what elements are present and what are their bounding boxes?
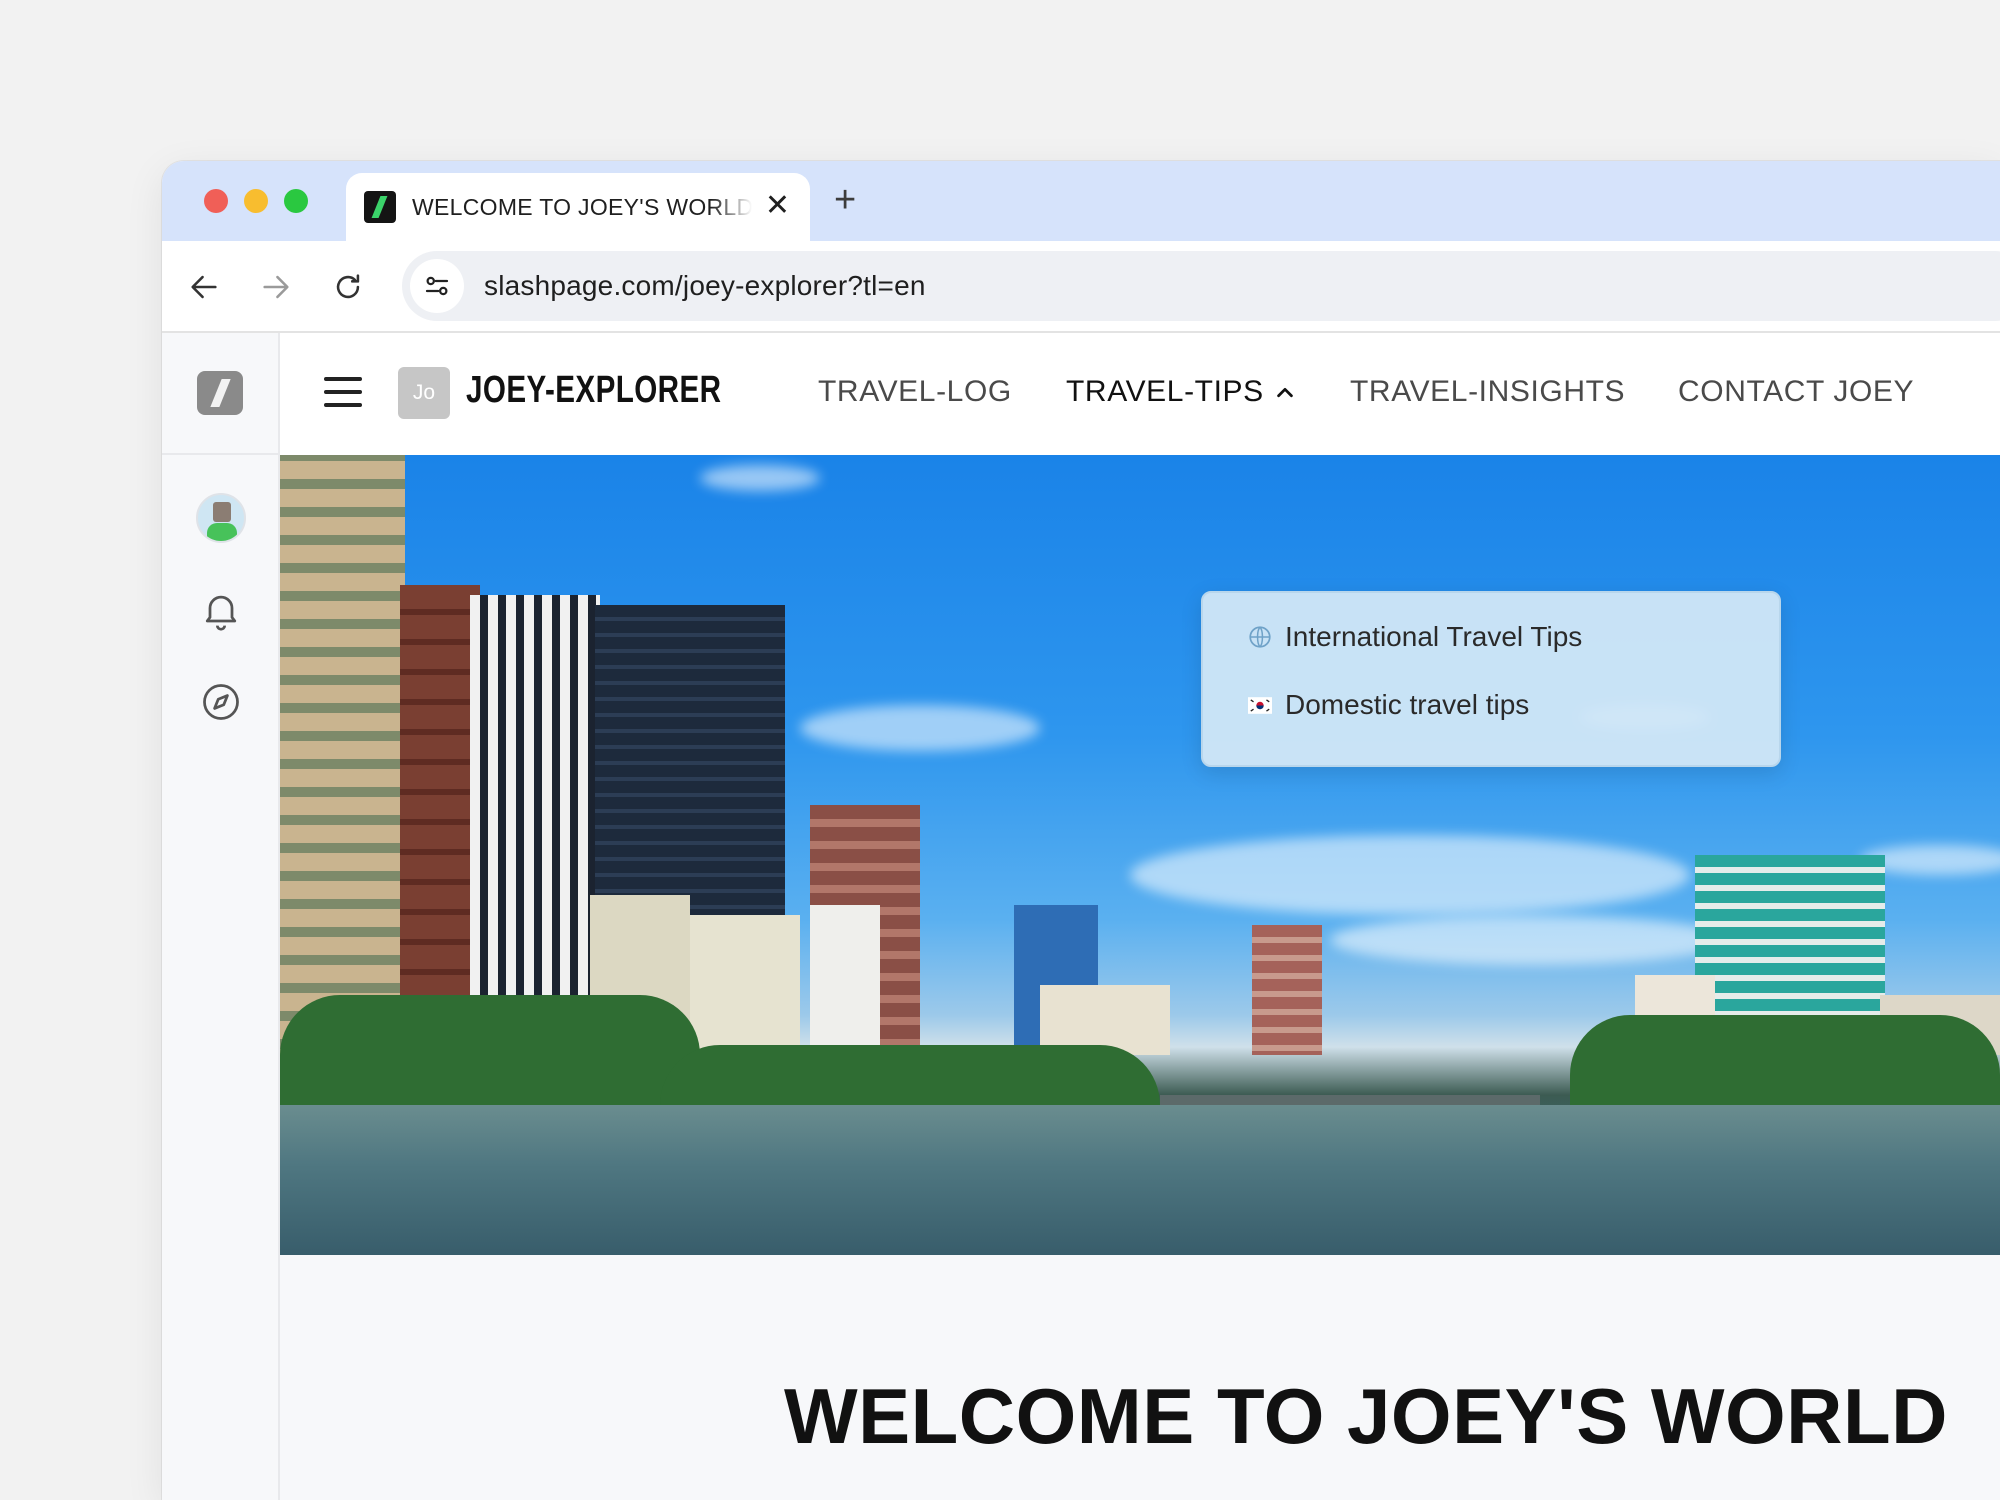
browser-toolbar: slashpage.com/joey-explorer?tl=en: [162, 241, 2000, 333]
tab-title: WELCOME TO JOEY'S WORLD: [412, 193, 752, 220]
explore-button[interactable]: [196, 677, 246, 727]
rail-header: [162, 333, 278, 455]
window-controls: [204, 189, 308, 213]
notifications-button[interactable]: [196, 585, 246, 635]
back-button[interactable]: [182, 265, 226, 309]
korea-flag-icon: [1247, 692, 1273, 718]
slash-logo-icon[interactable]: [197, 371, 243, 415]
travel-tips-dropdown: International Travel Tips Domestic trave…: [1201, 591, 1781, 767]
browser-window: WELCOME TO JOEY'S WORLD ✕ + slashpage.co…: [162, 161, 2000, 1500]
nav-contact-joey[interactable]: CONTACT JOEY: [1678, 375, 1914, 409]
slash-logo-icon: [364, 191, 396, 223]
avatar: [196, 493, 246, 543]
bell-icon: [205, 595, 237, 631]
chevron-up-icon: [1276, 388, 1293, 398]
site-logo[interactable]: Jo: [398, 367, 450, 419]
page-headline: WELCOME TO JOEY'S WORLD: [784, 1372, 1948, 1460]
compass-icon: [203, 684, 239, 720]
arrow-left-icon: [191, 275, 217, 299]
web-page: Jo JOEY-EXPLORER TRAVEL-LOG TRAVEL-TIPS …: [162, 333, 2000, 1500]
minimize-window-button[interactable]: [244, 189, 268, 213]
nav-travel-insights[interactable]: TRAVEL-INSIGHTS: [1350, 375, 1625, 409]
left-rail: [162, 333, 280, 1500]
dropdown-item-international[interactable]: International Travel Tips: [1247, 621, 1582, 653]
site-info-button[interactable]: [410, 259, 464, 313]
address-bar[interactable]: slashpage.com/joey-explorer?tl=en: [402, 251, 2000, 321]
dropdown-item-domestic[interactable]: Domestic travel tips: [1247, 689, 1529, 721]
maximize-window-button[interactable]: [284, 189, 308, 213]
forward-button[interactable]: [254, 265, 298, 309]
browser-tab[interactable]: WELCOME TO JOEY'S WORLD ✕: [346, 173, 810, 241]
profile-avatar-button[interactable]: [196, 493, 246, 543]
hero-image: [280, 455, 2000, 1255]
globe-icon: [1247, 624, 1273, 650]
nav-travel-log[interactable]: TRAVEL-LOG: [818, 375, 1012, 409]
tab-close-icon[interactable]: ✕: [765, 190, 790, 222]
dropdown-item-label: International Travel Tips: [1285, 621, 1583, 652]
site-name[interactable]: JOEY-EXPLORER: [466, 369, 721, 412]
tune-icon: [425, 276, 449, 296]
menu-icon[interactable]: [324, 377, 362, 407]
site-header: Jo JOEY-EXPLORER TRAVEL-LOG TRAVEL-TIPS …: [280, 333, 2000, 455]
url-text[interactable]: slashpage.com/joey-explorer?tl=en: [484, 270, 926, 302]
tab-strip: WELCOME TO JOEY'S WORLD ✕ +: [162, 161, 2000, 241]
dropdown-item-label: Domestic travel tips: [1285, 689, 1530, 720]
close-window-button[interactable]: [204, 189, 228, 213]
nav-travel-tips[interactable]: TRAVEL-TIPS: [1066, 375, 1296, 409]
reload-icon: [336, 274, 360, 299]
arrow-right-icon: [263, 275, 289, 299]
new-tab-button[interactable]: +: [834, 177, 856, 223]
reload-button[interactable]: [326, 265, 370, 309]
nav-travel-tips-label: TRAVEL-TIPS: [1066, 375, 1264, 408]
